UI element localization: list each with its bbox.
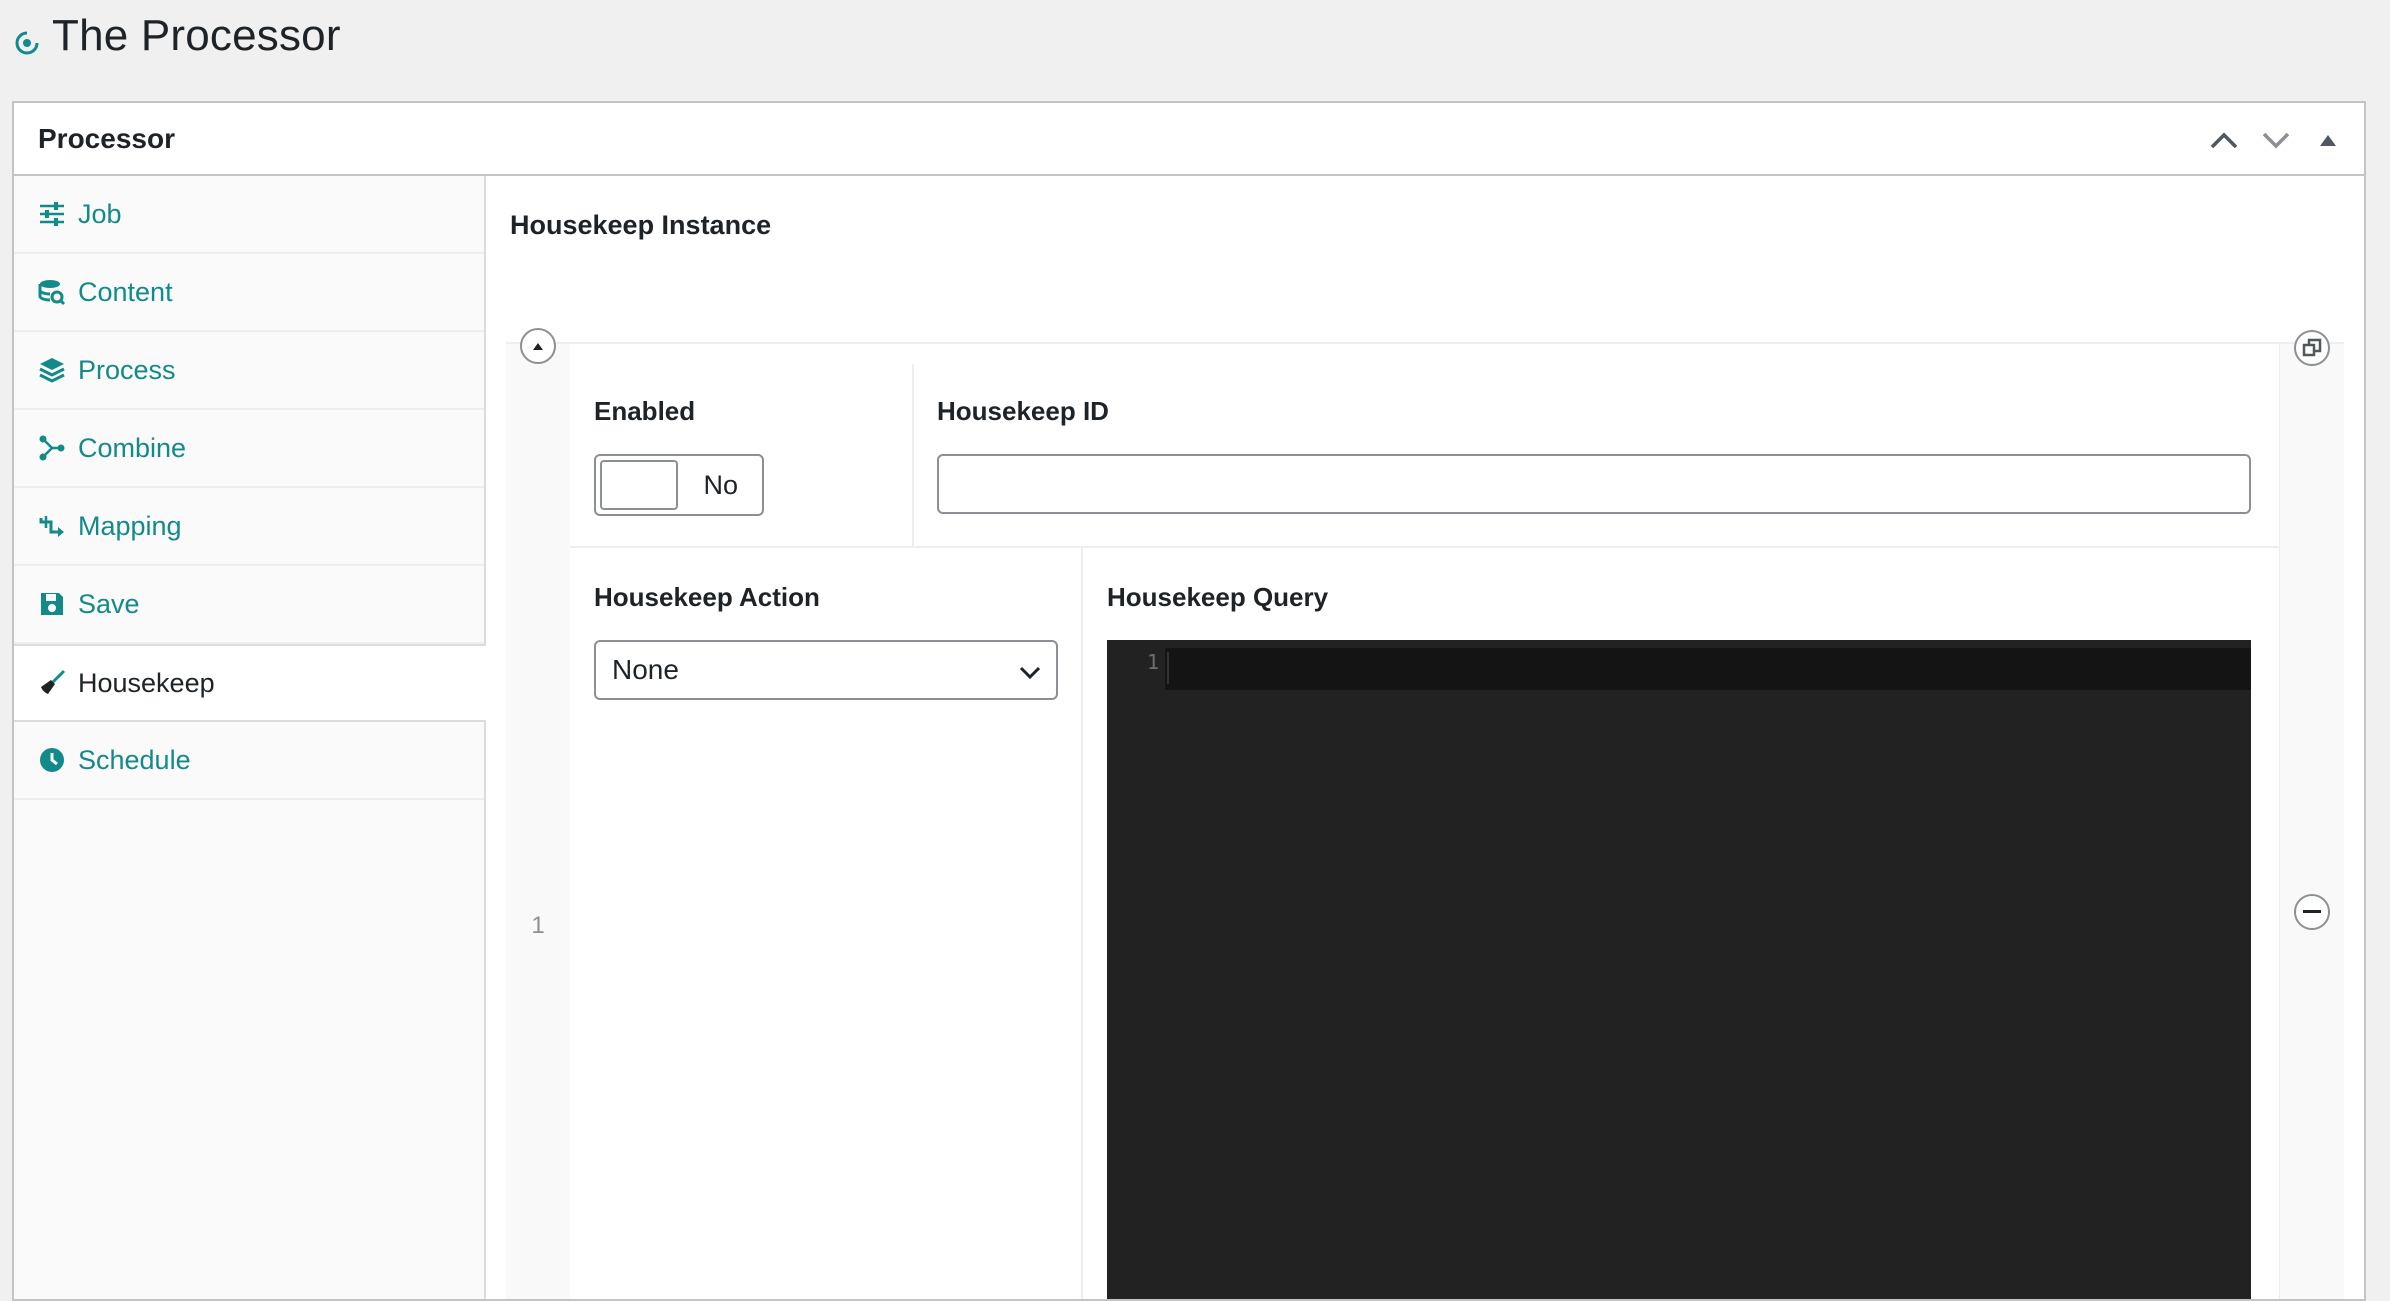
processor-postbox: Processor Job Content Process Combine Ma… xyxy=(12,101,2366,1301)
sliders-icon xyxy=(38,200,66,228)
collapse-row-button[interactable] xyxy=(520,328,556,364)
duplicate-row-button[interactable] xyxy=(2294,330,2330,366)
move-up-button[interactable] xyxy=(2204,120,2244,160)
tab-process[interactable]: Process xyxy=(14,332,484,410)
housekeep-id-label: Housekeep ID xyxy=(937,396,1109,426)
tab-save[interactable]: Save xyxy=(14,566,484,644)
tab-housekeep[interactable]: Housekeep xyxy=(14,644,486,722)
duplicate-icon xyxy=(2302,338,2322,357)
tab-mapping[interactable]: Mapping xyxy=(14,488,484,566)
tab-job[interactable]: Job xyxy=(14,176,484,254)
tab-schedule[interactable]: Schedule xyxy=(14,722,484,800)
toggle-knob xyxy=(600,460,678,510)
housekeep-query-label: Housekeep Query xyxy=(1107,582,1329,612)
page-title: The Processor xyxy=(52,11,341,60)
clock-icon xyxy=(38,746,66,774)
triangle-up-icon xyxy=(533,343,543,350)
mapping-arrow-icon xyxy=(38,512,66,540)
broom-icon xyxy=(38,669,66,697)
chevron-down-icon xyxy=(1019,666,1041,680)
postbox-title: Processor xyxy=(38,122,175,154)
line-number: 1 xyxy=(1146,650,1159,674)
select-value: None xyxy=(612,654,679,685)
panel-title: Housekeep Instance xyxy=(510,210,772,240)
row-order-column[interactable]: 1 xyxy=(506,328,571,1299)
postbox-header: Processor xyxy=(14,103,2364,176)
tab-label: Content xyxy=(78,276,173,307)
tab-label: Save xyxy=(78,588,140,619)
editor-cursor xyxy=(1167,652,1169,684)
row-remove-column xyxy=(2279,330,2344,1299)
housekeep-action-select[interactable]: None xyxy=(594,640,1058,700)
tab-content[interactable]: Content xyxy=(14,254,484,332)
database-search-icon xyxy=(38,278,66,306)
tab-label: Housekeep xyxy=(78,667,215,698)
tab-label: Job xyxy=(78,198,122,229)
processor-logo-icon xyxy=(15,31,39,55)
page-header: The Processor xyxy=(14,6,341,66)
tab-label: Mapping xyxy=(78,510,182,541)
cell-divider xyxy=(1081,548,1083,1299)
toggle-panel-button[interactable] xyxy=(2308,120,2348,160)
enabled-label: Enabled xyxy=(594,396,696,426)
move-down-button[interactable] xyxy=(2256,120,2296,160)
tab-label: Schedule xyxy=(78,744,191,775)
tab-label: Process xyxy=(78,354,176,385)
enabled-toggle[interactable]: No xyxy=(594,454,764,516)
handle-actions xyxy=(2204,103,2348,176)
housekeep-panel: Housekeep Instance 1 Enabled No Housekee… xyxy=(486,176,2364,1299)
layers-icon xyxy=(38,356,66,384)
tab-list: Job Content Process Combine Mapping Save… xyxy=(14,176,486,1299)
cell-divider xyxy=(912,364,914,546)
housekeep-action-label: Housekeep Action xyxy=(594,582,820,612)
chevron-down-icon xyxy=(2262,132,2290,148)
tab-combine[interactable]: Combine xyxy=(14,410,484,488)
floppy-disk-icon xyxy=(38,590,66,618)
row-number: 1 xyxy=(531,912,545,939)
row-fields: Enabled No Housekeep ID Housekeep Action… xyxy=(570,344,2280,1299)
row-divider xyxy=(570,546,2280,548)
chevron-up-icon xyxy=(2210,132,2238,148)
housekeep-query-editor[interactable]: 1 xyxy=(1107,640,2251,1299)
tab-label: Combine xyxy=(78,432,187,463)
minus-icon xyxy=(2303,910,2321,913)
housekeep-id-input[interactable] xyxy=(937,454,2251,514)
editor-gutter: 1 xyxy=(1107,640,1165,1299)
housekeep-repeater: 1 Enabled No Housekeep ID Housekeep Acti… xyxy=(506,328,2344,1299)
triangle-up-icon xyxy=(2320,134,2336,146)
merge-icon xyxy=(38,434,66,462)
active-line xyxy=(1165,648,2251,690)
toggle-state-text: No xyxy=(703,470,738,500)
remove-row-button[interactable] xyxy=(2294,894,2330,930)
